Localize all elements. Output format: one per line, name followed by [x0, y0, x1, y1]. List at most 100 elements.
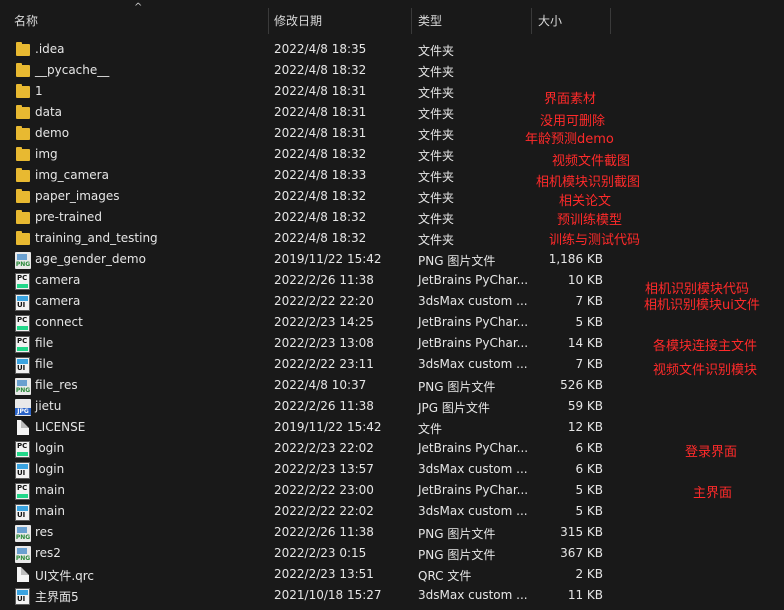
file-size: 59 KB — [567, 399, 603, 413]
column-divider[interactable] — [531, 8, 532, 34]
column-header-bar: ^ 名称 修改日期 类型 大小 — [0, 0, 784, 36]
file-name: login — [35, 441, 65, 455]
file-row[interactable]: JPG jietu 2022/2/26 11:38 JPG 图片文件 59 KB — [0, 397, 784, 418]
folder-icon — [16, 63, 30, 77]
file-size: 12 KB — [567, 420, 603, 434]
column-header-date[interactable]: 修改日期 — [274, 12, 322, 30]
folder-icon — [16, 210, 30, 224]
column-header-name[interactable]: 名称 — [14, 12, 38, 30]
file-date: 2022/4/8 10:37 — [274, 378, 367, 392]
file-row[interactable]: 1 2022/4/8 18:31 文件夹 — [0, 82, 784, 103]
folder-icon — [16, 84, 30, 98]
file-type: 文件 — [418, 422, 443, 436]
file-name: training_and_testing — [35, 231, 158, 245]
ui-file-icon: UI — [15, 357, 30, 374]
file-type: PNG 图片文件 — [418, 380, 496, 394]
annotation-note: 没用可删除 — [540, 114, 606, 129]
file-name: data — [35, 105, 63, 119]
file-name: main — [35, 483, 65, 497]
file-type: JetBrains PyChar... — [418, 441, 529, 455]
file-type: 文件夹 — [418, 128, 455, 142]
file-date: 2022/4/8 18:32 — [274, 147, 367, 161]
column-divider[interactable] — [411, 8, 412, 34]
file-row[interactable]: UI main 2022/2/22 22:02 3dsMax custom ... 5 … — [0, 502, 784, 523]
file-date: 2022/4/8 18:32 — [274, 231, 367, 245]
sort-ascending-icon: ^ — [134, 2, 143, 13]
file-type: 3dsMax custom ... — [418, 357, 528, 371]
file-row[interactable]: img 2022/4/8 18:32 文件夹 — [0, 145, 784, 166]
column-divider[interactable] — [610, 8, 611, 34]
file-date: 2022/4/8 18:31 — [274, 84, 367, 98]
file-row[interactable]: training_and_testing 2022/4/8 18:32 文件夹 — [0, 229, 784, 250]
file-date: 2022/2/22 23:11 — [274, 357, 374, 371]
file-row[interactable]: PC connect 2022/2/23 14:25 JetBrains PyChar… — [0, 313, 784, 334]
file-date: 2022/4/8 18:31 — [274, 105, 367, 119]
document-icon — [17, 567, 29, 582]
file-row[interactable]: LICENSE 2019/11/22 15:42 文件 12 KB — [0, 418, 784, 439]
column-header-type[interactable]: 类型 — [418, 12, 442, 30]
file-row[interactable]: PNG res 2022/2/26 11:38 PNG 图片文件 315 KB — [0, 523, 784, 544]
file-name: 1 — [35, 84, 43, 98]
file-type: 3dsMax custom ... — [418, 462, 528, 476]
file-type: QRC 文件 — [418, 569, 472, 583]
folder-icon — [16, 231, 30, 245]
file-row[interactable]: demo 2022/4/8 18:31 文件夹 — [0, 124, 784, 145]
png-image-icon: PNG — [15, 252, 31, 269]
file-row[interactable]: data 2022/4/8 18:31 文件夹 — [0, 103, 784, 124]
annotation-note: 相机模块识别截图 — [536, 175, 641, 190]
jpg-image-icon: JPG — [15, 399, 31, 416]
file-size: 2 KB — [575, 567, 603, 581]
file-row[interactable]: UI文件.qrc 2022/2/23 13:51 QRC 文件 2 KB — [0, 565, 784, 586]
folder-icon — [16, 42, 30, 56]
file-name: res — [35, 525, 54, 539]
file-row[interactable]: PNG res2 2022/2/23 0:15 PNG 图片文件 367 KB — [0, 544, 784, 565]
ui-file-icon: UI — [15, 462, 30, 479]
ui-file-icon: UI — [15, 504, 30, 521]
file-row[interactable]: UI 主界面5 2021/10/18 15:27 3dsMax custom ... 1… — [0, 586, 784, 607]
file-type: PNG 图片文件 — [418, 527, 496, 541]
file-size: 7 KB — [575, 357, 603, 371]
file-name: camera — [35, 273, 81, 287]
file-type: JetBrains PyChar... — [418, 336, 529, 350]
file-name: jietu — [35, 399, 62, 413]
file-date: 2022/2/22 22:20 — [274, 294, 374, 308]
folder-icon — [16, 189, 30, 203]
file-row[interactable]: PC main 2022/2/22 23:00 JetBrains PyChar...… — [0, 481, 784, 502]
file-row[interactable]: img_camera 2022/4/8 18:33 文件夹 — [0, 166, 784, 187]
file-row[interactable]: pre-trained 2022/4/8 18:32 文件夹 — [0, 208, 784, 229]
file-row[interactable]: UI login 2022/2/23 13:57 3dsMax custom ... 6… — [0, 460, 784, 481]
file-name: 主界面5 — [35, 590, 79, 604]
file-type: PNG 图片文件 — [418, 254, 496, 268]
column-divider[interactable] — [268, 8, 269, 34]
file-name: LICENSE — [35, 420, 86, 434]
file-date: 2022/2/23 13:57 — [274, 462, 374, 476]
file-size: 5 KB — [575, 483, 603, 497]
file-size: 6 KB — [575, 441, 603, 455]
annotation-note: 年龄预测demo — [525, 132, 614, 147]
file-size: 315 KB — [560, 525, 603, 539]
file-row[interactable]: __pycache__ 2022/4/8 18:32 文件夹 — [0, 61, 784, 82]
file-type: 文件夹 — [418, 170, 455, 184]
column-header-size[interactable]: 大小 — [538, 12, 562, 30]
file-row[interactable]: PNG file_res 2022/4/8 10:37 PNG 图片文件 526 KB — [0, 376, 784, 397]
file-date: 2022/2/23 14:25 — [274, 315, 374, 329]
pycharm-file-icon: PC — [15, 336, 30, 353]
annotation-note: 相机识别模块ui文件 — [644, 298, 760, 313]
file-type: 3dsMax custom ... — [418, 294, 528, 308]
file-row[interactable]: .idea 2022/4/8 18:35 文件夹 — [0, 40, 784, 61]
file-row[interactable]: paper_images 2022/4/8 18:32 文件夹 — [0, 187, 784, 208]
pycharm-file-icon: PC — [15, 441, 30, 458]
annotation-note: 界面素材 — [544, 92, 597, 107]
file-name: res2 — [35, 546, 61, 560]
file-row[interactable]: PC login 2022/2/23 22:02 JetBrains PyChar..… — [0, 439, 784, 460]
file-type: PNG 图片文件 — [418, 548, 496, 562]
file-date: 2022/2/26 11:38 — [274, 525, 374, 539]
file-type: 文件夹 — [418, 191, 455, 205]
file-type: 文件夹 — [418, 149, 455, 163]
file-type: 文件夹 — [418, 212, 455, 226]
file-type: 文件夹 — [418, 86, 455, 100]
file-row[interactable]: PNG age_gender_demo 2019/11/22 15:42 PNG 图片… — [0, 250, 784, 271]
file-size: 367 KB — [560, 546, 603, 560]
file-date: 2022/2/22 23:00 — [274, 483, 374, 497]
file-size: 1,186 KB — [548, 252, 603, 266]
